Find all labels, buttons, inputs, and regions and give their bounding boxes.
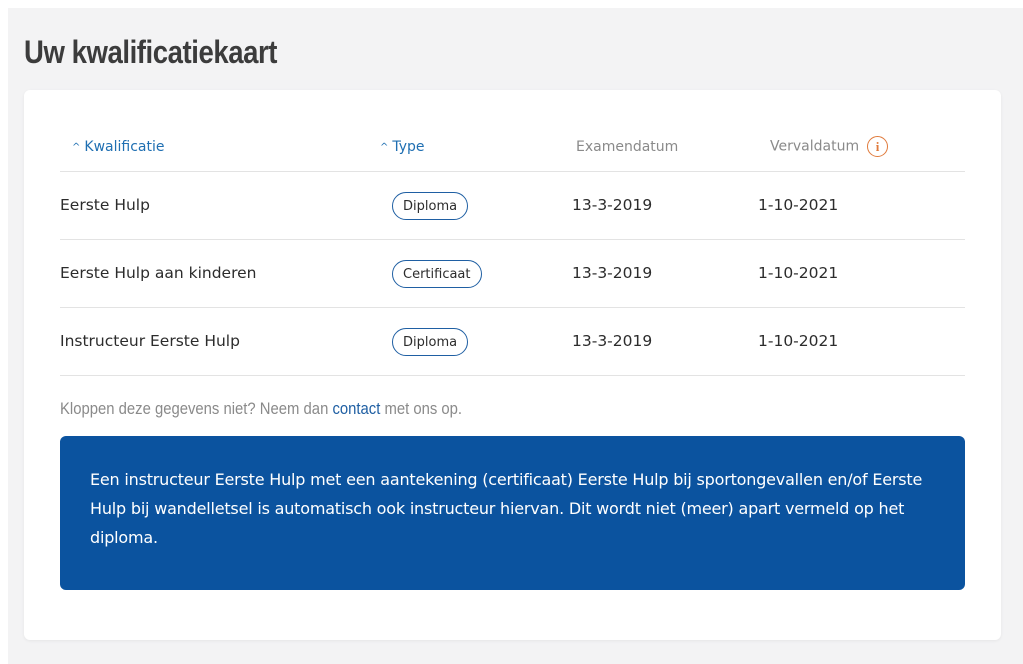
cell-expiry-date: 1-10-2021 bbox=[758, 332, 839, 350]
correction-note: Kloppen deze gegevens niet? Neem dan con… bbox=[60, 400, 462, 419]
table-row: Eerste Hulp Diploma 13-3-2019 1-10-2021 bbox=[60, 172, 965, 240]
sort-qualification-header[interactable]: ^ Kwalificatie bbox=[72, 139, 164, 155]
cell-exam-date: 13-3-2019 bbox=[572, 196, 653, 214]
info-box: Een instructeur Eerste Hulp met een aant… bbox=[60, 436, 965, 590]
cell-exam-date: 13-3-2019 bbox=[572, 332, 653, 350]
chevron-up-icon: ^ bbox=[380, 142, 389, 153]
chevron-up-icon: ^ bbox=[72, 142, 81, 153]
info-box-text: Een instructeur Eerste Hulp met een aant… bbox=[90, 470, 923, 547]
cell-exam-date: 13-3-2019 bbox=[572, 264, 653, 282]
note-text-after: met ons op. bbox=[380, 400, 463, 418]
table-row: Eerste Hulp aan kinderen Certificaat 13-… bbox=[60, 240, 965, 308]
cell-qualification: Eerste Hulp bbox=[60, 196, 150, 214]
header-expiry-label: Vervaldatum bbox=[770, 138, 860, 155]
cell-qualification: Instructeur Eerste Hulp bbox=[60, 332, 240, 350]
qualification-table: ^ Kwalificatie ^ Type Examendatum Vervalda… bbox=[60, 114, 965, 376]
type-badge: Certificaat bbox=[392, 259, 482, 288]
note-text-before: Kloppen deze gegevens niet? Neem dan bbox=[60, 400, 333, 418]
cell-type: Diploma bbox=[392, 308, 469, 375]
table-row: Instructeur Eerste Hulp Diploma 13-3-201… bbox=[60, 308, 965, 376]
cell-expiry-date: 1-10-2021 bbox=[758, 264, 839, 282]
header-expiry-date: Vervaldatum i bbox=[770, 136, 889, 157]
qualification-card: ^ Kwalificatie ^ Type Examendatum Vervalda… bbox=[24, 90, 1001, 640]
type-badge: Diploma bbox=[392, 327, 469, 356]
header-type-label: Type bbox=[392, 139, 425, 155]
cell-expiry-date: 1-10-2021 bbox=[758, 196, 839, 214]
table-header: ^ Kwalificatie ^ Type Examendatum Vervalda… bbox=[60, 114, 965, 172]
info-icon[interactable]: i bbox=[867, 136, 889, 157]
header-qualification-label: Kwalificatie bbox=[84, 139, 165, 155]
page-title: Uw kwalificatiekaart bbox=[24, 34, 277, 70]
cell-type: Diploma bbox=[392, 172, 469, 239]
cell-type: Certificaat bbox=[392, 240, 482, 307]
sort-type-header[interactable]: ^ Type bbox=[380, 139, 425, 155]
header-exam-date: Examendatum bbox=[576, 139, 679, 155]
page-background: Uw kwalificatiekaart ^ Kwalificatie ^ Type… bbox=[8, 8, 1023, 664]
cell-qualification: Eerste Hulp aan kinderen bbox=[60, 264, 257, 282]
type-badge: Diploma bbox=[392, 191, 469, 220]
contact-link[interactable]: contact bbox=[332, 400, 380, 418]
